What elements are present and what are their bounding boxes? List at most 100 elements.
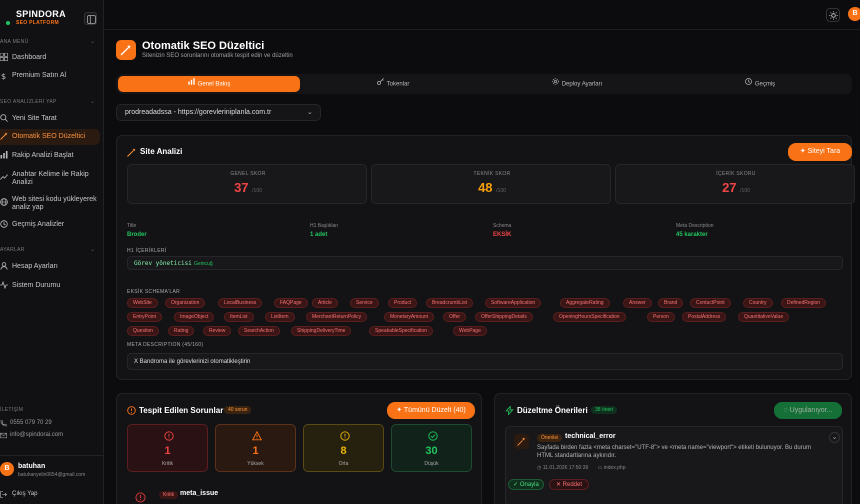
schema-chip: QuantitativeValue [738, 312, 790, 322]
dollar-icon: $ [1, 72, 6, 80]
site-select[interactable]: prodreadadssa - https://gorevleriniplanl… [116, 104, 321, 121]
tab-deploy-settings[interactable]: Deploy Ayarları [486, 76, 668, 92]
theme-toggle-button[interactable] [826, 8, 840, 22]
expand-chevron-icon[interactable]: ⌄ [829, 432, 840, 443]
approve-button[interactable]: ✓ Onayla [508, 479, 544, 490]
issue-stat-düşük[interactable]: 30 Düşük [391, 424, 472, 472]
grid-icon [0, 53, 8, 61]
x-icon: ✕ [555, 482, 563, 488]
top-avatar[interactable]: B [848, 7, 860, 21]
chevron-down-icon[interactable]: ⌄ [90, 246, 95, 253]
check-circle-icon [428, 431, 438, 441]
scan-site-button[interactable]: ✦ Siteyi Tara [788, 143, 852, 161]
schema-section-title: EKSİK SCHEMA'LAR [127, 289, 180, 295]
meta-value-title: Broder [127, 232, 147, 238]
svg-text:$: $ [1, 72, 6, 80]
schema-chip: FAQPage [274, 298, 308, 308]
meta-label-h1: H1 Başlıkları [310, 223, 339, 229]
chart-bar-icon [187, 78, 195, 85]
chevron-down-icon[interactable]: ⌄ [90, 98, 95, 105]
applying-button[interactable]: ◌ Uygulanıyor... [774, 402, 842, 419]
schema-chip: Country [743, 298, 773, 308]
tab-label: Geçmiş [754, 81, 776, 88]
description-box: X Bandroma ile görevlerinizi otomatikleş… [127, 353, 843, 370]
sidebar-item-account-settings[interactable]: Hesap Ayarları [0, 259, 100, 275]
history-icon [0, 220, 8, 228]
email-text: info@spindorai.com [10, 432, 64, 438]
section-label-main: ANA MENÜ [0, 39, 29, 45]
search-icon [0, 114, 8, 122]
wand-icon [0, 132, 8, 140]
stat-count: 1 [252, 445, 259, 457]
schema-chip: Answer [623, 298, 652, 308]
schema-chip: OpeningHoursSpecification [553, 312, 626, 322]
issue-stat-yüksek[interactable]: 1 Yüksek [215, 424, 296, 472]
site-analysis-card: Site Analizi ✦ Siteyi Tara GENEL SKOR 37… [116, 135, 855, 380]
issue-stat-kritik[interactable]: 1 Kritik [127, 424, 208, 472]
tab-overview[interactable]: Genel Bakış [118, 76, 300, 92]
tab-tokens[interactable]: Tokenlar [302, 76, 484, 92]
schema-chip: PostalAddress [682, 312, 727, 322]
score-number: 48 [478, 180, 493, 195]
section-label-settings: AYARLAR [0, 247, 25, 253]
fix-suggestion-item: Önerilei technical_error ⌄ Sayfada birde… [505, 426, 843, 504]
score-general: GENEL SKOR 37 /100 [127, 164, 367, 204]
fix-suggestions-card: Düzeltme Önerileri 38 öneri ◌ Uygulanıyo… [494, 393, 852, 504]
sidebar-item-premium[interactable]: $ Premium Satın Al [0, 68, 100, 84]
schema-chip: WebSite [127, 298, 158, 308]
schema-chip: Article [312, 298, 338, 308]
schema-chip: LocalBusiness [218, 298, 263, 308]
user-name: batuhan [18, 463, 46, 470]
user-email: batuhanyelin0654@gmail.com [18, 472, 86, 478]
page-icon [116, 40, 136, 60]
sidebar-item-history[interactable]: Geçmiş Analizler [0, 217, 100, 233]
suggestion-file: index.php [603, 465, 626, 471]
analysis-title: Site Analizi [140, 147, 183, 156]
reject-button[interactable]: ✕ Reddet [549, 479, 589, 490]
avatar[interactable]: B [0, 462, 14, 476]
meta-label-schema: Schema [493, 223, 512, 229]
brand-name: SPINDORA [16, 9, 66, 19]
schema-chip: Service [350, 298, 379, 308]
alert-circle-icon [135, 492, 146, 503]
phone-icon [0, 420, 7, 427]
logout-button[interactable]: Çıkış Yap [0, 490, 100, 500]
phone-text: 0555 079 70 29 [10, 420, 52, 426]
sidebar-item-label: Web sitesi kodu yükleyerek analiz yap [12, 196, 97, 211]
score-max: /100 [496, 188, 506, 194]
score-number: 27 [722, 180, 737, 195]
section-label-seo: SEO ANALİZLERİ YAP [0, 99, 57, 105]
page-title: Otomatik SEO Düzeltici [142, 40, 265, 52]
sidebar-item-upload-code[interactable]: Web sitesi kodu yükleyerek analiz yap [0, 195, 100, 211]
app-root: SPINDORA SEO PLATFORM ANA MENÜ ⌄ Dashboa… [0, 0, 860, 504]
description-section-title: META DESCRIPTION (45/160) [127, 342, 204, 348]
fix-all-button[interactable]: ✦ Tümünü Düzelt (40) [387, 402, 475, 419]
meta-label-title: Title [127, 223, 137, 229]
issue-stat-orta[interactable]: 8 Orta [303, 424, 384, 472]
sidebar-item-keyword-competitor[interactable]: Anahtar Kelime ile Rakip Analizi [0, 170, 100, 186]
meta-label-description: Meta Description [676, 223, 714, 229]
sidebar-item-auto-seo[interactable]: Otomatik SEO Düzeltici [0, 129, 100, 145]
schema-chip: ShippingDeliveryTime [291, 326, 352, 336]
activity-icon [0, 281, 8, 289]
stat-label: Yüksek [247, 461, 264, 467]
issue-item[interactable]: Kritik meta_issue [127, 484, 473, 504]
sidebar-item-dashboard[interactable]: Dashboard [0, 50, 100, 66]
warning-icon [252, 431, 262, 441]
sidebar-item-system-status[interactable]: Sistem Durumu [0, 278, 100, 294]
sidebar-item-new-scan[interactable]: Yeni Site Tarat [0, 111, 100, 127]
tab-history[interactable]: Geçmiş [670, 76, 850, 92]
page-subtitle: Sitenizin SEO sorunlarını otomatik tespi… [142, 53, 293, 59]
score-label: İÇERİK SKORU [716, 171, 756, 177]
score-value: 27 /100 [616, 180, 856, 195]
stat-count: 30 [425, 445, 438, 457]
h1-section-title: H1 İÇERİKLERİ [127, 248, 167, 254]
schema-chip: WebPage [453, 326, 487, 336]
chevron-down-icon[interactable]: ⌄ [90, 38, 95, 45]
schema-chip: Rating [168, 326, 195, 336]
sidebar-item-competitor[interactable]: Rakip Analizi Başlat [0, 148, 100, 164]
sidebar-toggle-button[interactable] [84, 12, 97, 25]
mail-icon [0, 432, 7, 439]
topbar: B [104, 0, 860, 30]
suggestion-meta: ◷ 11.01.2026 17:50:39 ▭ index.php [537, 465, 625, 471]
